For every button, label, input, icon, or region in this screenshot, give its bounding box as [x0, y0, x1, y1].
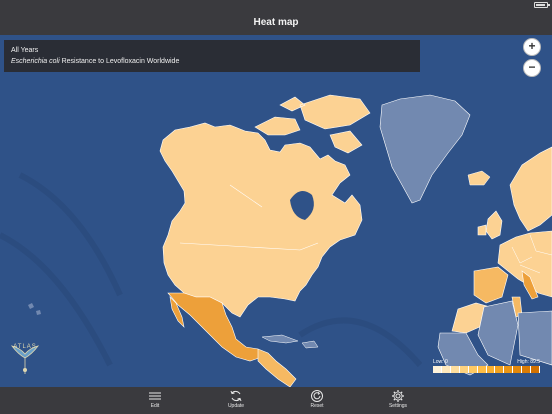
legend-swatch — [531, 366, 541, 373]
zoom-in-button[interactable]: + — [523, 38, 541, 56]
country-scandinavia[interactable] — [509, 146, 552, 232]
country-algeria[interactable] — [477, 300, 519, 366]
page-title: Heat map — [253, 17, 299, 28]
menu-icon — [149, 392, 161, 400]
country-ireland[interactable] — [477, 224, 487, 236]
battery-icon — [534, 2, 550, 8]
heat-legend: Low: 0 High: 89.5 — [430, 357, 544, 381]
country-canada-arctic[interactable] — [254, 94, 371, 154]
legend-swatch — [459, 366, 469, 373]
legend-swatch — [504, 366, 514, 373]
country-central-america[interactable] — [257, 348, 297, 387]
atlas-logo: ATLAS — [4, 334, 46, 376]
country-iceland[interactable] — [467, 170, 491, 186]
navigation-bar: Heat map — [0, 10, 552, 35]
legend-high-label: High: 89.5 — [517, 359, 540, 365]
reset-label: Reset — [310, 403, 324, 409]
country-cuba[interactable] — [261, 334, 299, 344]
logo-text: ATLAS — [13, 344, 37, 350]
country-hawaii[interactable] — [28, 303, 41, 315]
legend-swatch — [513, 366, 523, 373]
bottom-toolbar: Edit Update Reset Settings — [0, 387, 552, 414]
country-iberia[interactable] — [473, 266, 509, 304]
settings-label: Settings — [388, 403, 408, 409]
legend-swatch — [441, 366, 451, 373]
whale-tail-icon — [11, 345, 39, 374]
organism-name: Escherichia coli — [11, 58, 60, 65]
country-uk[interactable] — [485, 210, 503, 240]
reset-icon — [311, 390, 323, 402]
info-title: Escherichia coli Resistance to Levofloxa… — [11, 56, 413, 67]
legend-swatch — [486, 366, 496, 373]
refresh-icon — [230, 390, 242, 402]
edit-label: Edit — [150, 403, 160, 409]
legend-swatch — [495, 366, 505, 373]
legend-swatch — [477, 366, 487, 373]
status-bar — [0, 0, 552, 10]
legend-color-scale — [433, 366, 541, 373]
edit-button[interactable]: Edit — [130, 387, 180, 414]
update-label: Update — [227, 403, 245, 409]
info-title-rest: Resistance to Levofloxacin Worldwide — [59, 58, 180, 65]
legend-swatch — [450, 366, 460, 373]
zoom-out-button[interactable]: − — [523, 59, 541, 77]
country-north-america[interactable] — [159, 122, 363, 318]
update-button[interactable]: Update — [211, 387, 261, 414]
world-map[interactable] — [0, 35, 552, 387]
gear-icon — [392, 390, 404, 402]
reset-button[interactable]: Reset — [292, 387, 342, 414]
map-info-box: All Years Escherichia coli Resistance to… — [4, 40, 420, 72]
legend-swatch — [468, 366, 478, 373]
country-greenland[interactable] — [379, 94, 471, 204]
country-hispaniola[interactable] — [301, 340, 319, 349]
heat-map[interactable]: All Years Escherichia coli Resistance to… — [0, 35, 552, 387]
legend-swatch — [433, 366, 442, 373]
legend-low-label: Low: 0 — [433, 359, 448, 365]
info-year-label: All Years — [11, 47, 39, 54]
settings-button[interactable]: Settings — [373, 387, 423, 414]
legend-swatch — [522, 366, 532, 373]
